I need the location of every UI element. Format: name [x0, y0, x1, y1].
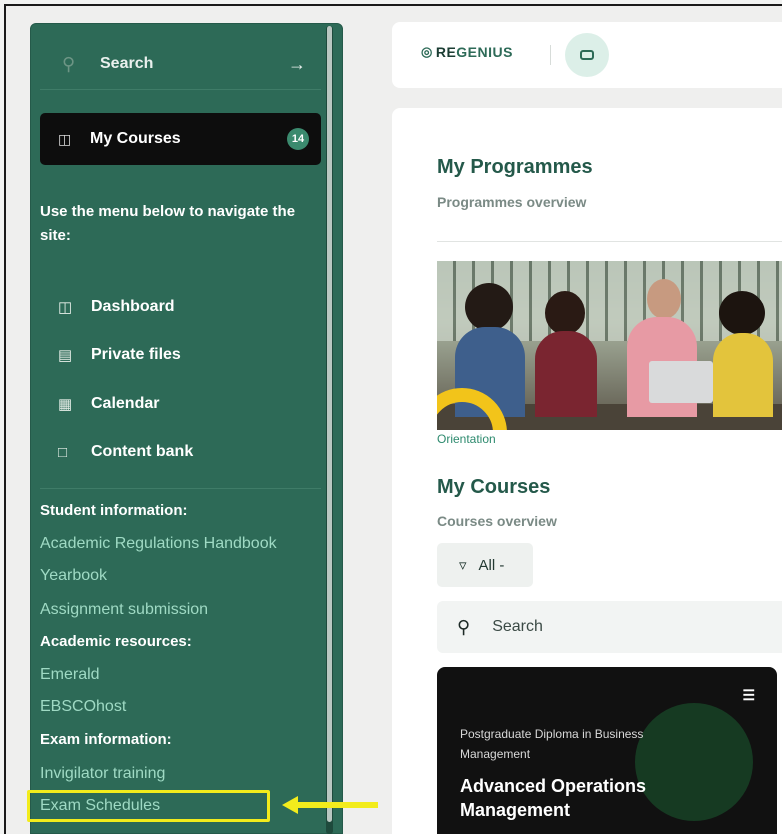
link-yearbook[interactable]: Yearbook — [40, 567, 107, 585]
sidebar-item-label: Calendar — [91, 395, 160, 412]
sidebar-toggle-button[interactable] — [565, 33, 609, 77]
courses-subtitle: Courses overview — [437, 513, 557, 529]
course-filter-dropdown[interactable]: ▿ All - — [437, 543, 533, 587]
sidebar-item-content-bank[interactable]: □ Content bank — [58, 439, 193, 465]
divider — [437, 241, 782, 242]
filter-icon: ▿ — [459, 557, 467, 574]
course-programme: Postgraduate Diploma in Business Managem… — [460, 727, 644, 761]
lightbulb-icon: ◎ — [421, 44, 433, 59]
link-assignment-submission[interactable]: Assignment submission — [40, 601, 208, 619]
nav-intro-text: Use the menu below to navigate the site: — [40, 203, 296, 244]
course-count-badge: 14 — [287, 128, 309, 150]
yellow-arrow-icon — [282, 796, 378, 814]
courses-icon: ◫ — [58, 130, 72, 147]
highlight-box — [27, 790, 270, 822]
link-academic-regulations[interactable]: Academic Regulations Handbook — [40, 535, 277, 553]
course-search-placeholder: Search — [492, 618, 543, 635]
divider — [40, 488, 321, 489]
link-invigilator-training[interactable]: Invigilator training — [40, 765, 165, 783]
my-courses-label: My Courses — [90, 130, 181, 147]
sidebar-item-label: Content bank — [91, 443, 194, 460]
exam-info-heading: Exam information: — [40, 731, 172, 748]
banner-caption[interactable]: Orientation — [437, 432, 496, 446]
calendar-icon: ▦ — [58, 396, 73, 413]
card-menu-icon[interactable]: ☰ — [742, 687, 755, 704]
dashboard-icon: ◫ — [58, 299, 73, 316]
sidebar-item-private-files[interactable]: ▤ Private files — [58, 342, 181, 368]
link-ebscohost[interactable]: EBSCOhost — [40, 698, 126, 716]
programmes-subtitle: Programmes overview — [437, 194, 587, 210]
course-title[interactable]: Advanced Operations Management — [460, 774, 700, 822]
sidebar-search[interactable]: ⚲ Search → — [34, 41, 320, 87]
sidebar-item-dashboard[interactable]: ◫ Dashboard — [58, 294, 175, 320]
student-info-heading: Student information: — [40, 502, 188, 519]
link-emerald[interactable]: Emerald — [40, 666, 100, 684]
sidebar-scrollbar[interactable] — [326, 26, 333, 834]
divider — [40, 89, 321, 90]
sidebar-item-label: Dashboard — [91, 298, 175, 315]
my-courses-button[interactable]: ◫ My Courses 14 — [40, 113, 321, 165]
courses-title: My Courses — [437, 476, 551, 498]
course-search-input[interactable]: ⚲ Search — [437, 601, 782, 653]
sidebar-item-calendar[interactable]: ▦ Calendar — [58, 391, 159, 417]
programmes-title: My Programmes — [437, 156, 593, 178]
sidebar-search-label: Search — [100, 55, 154, 72]
scrollbar-thumb[interactable] — [327, 26, 332, 822]
logo-prefix: RE — [435, 44, 457, 60]
academic-resources-heading: Academic resources: — [40, 633, 192, 650]
divider — [550, 45, 551, 65]
search-icon: ⚲ — [457, 616, 471, 637]
logo-suffix: GENIUS — [456, 44, 513, 60]
inbox-icon: ▤ — [58, 347, 73, 364]
sidebar-toggle-icon — [580, 50, 594, 60]
folder-icon: □ — [58, 443, 68, 461]
site-logo[interactable]: ◎ RE GENIUS — [421, 44, 513, 60]
course-card[interactable]: ☰ Postgraduate Diploma in Business Manag… — [437, 667, 777, 834]
search-icon: ⚲ — [62, 53, 76, 74]
sidebar-item-label: Private files — [91, 346, 181, 363]
arrow-right-icon[interactable]: → — [288, 54, 306, 75]
filter-label: All - — [478, 556, 505, 574]
orientation-banner-image[interactable] — [437, 261, 782, 430]
